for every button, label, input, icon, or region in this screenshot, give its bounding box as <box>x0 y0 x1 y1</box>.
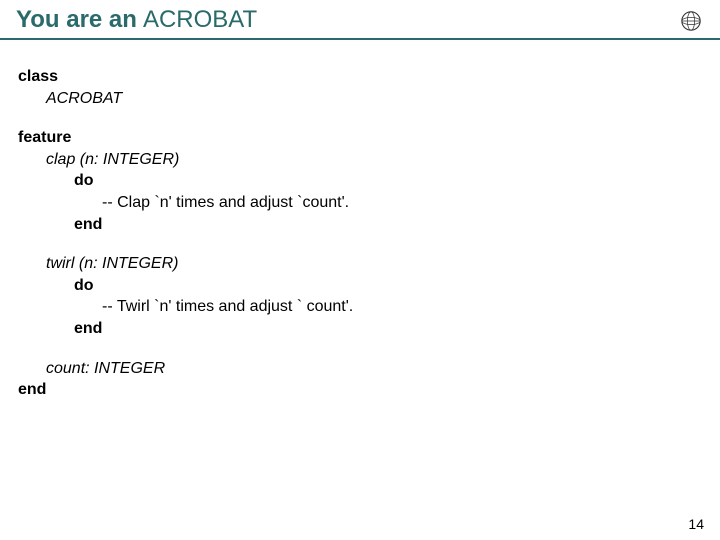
twirl-comment: -- Twirl `n' times and adjust ` count'. <box>102 298 353 315</box>
count-signature: count: INTEGER <box>46 360 165 377</box>
end-keyword: end <box>74 320 102 337</box>
page-number: 14 <box>688 516 704 532</box>
class-decl: class ACROBAT <box>18 66 702 109</box>
class-keyword: class <box>18 68 58 85</box>
title-normal-part: ACROBAT <box>143 6 257 34</box>
end-class-keyword: end <box>18 381 46 398</box>
class-name: ACROBAT <box>46 90 122 107</box>
feature-keyword: feature <box>18 129 71 146</box>
twirl-signature: twirl (n: INTEGER) <box>46 255 178 272</box>
clap-comment: -- Clap `n' times and adjust `count'. <box>102 194 349 211</box>
end-keyword: end <box>74 216 102 233</box>
title-bold-part: You are an <box>16 6 137 34</box>
eth-globe-icon <box>680 10 702 32</box>
feature-block: feature clap (n: INTEGER) do -- Clap `n'… <box>18 127 702 379</box>
twirl-routine: twirl (n: INTEGER) do -- Twirl `n' times… <box>18 253 702 339</box>
do-keyword: do <box>74 172 94 189</box>
do-keyword: do <box>74 277 94 294</box>
code-body: class ACROBAT feature clap (n: INTEGER) … <box>0 40 720 401</box>
clap-routine: clap (n: INTEGER) do -- Clap `n' times a… <box>18 149 702 235</box>
slide-title-bar: You are an ACROBAT <box>0 0 720 40</box>
clap-signature: clap (n: INTEGER) <box>46 151 179 168</box>
